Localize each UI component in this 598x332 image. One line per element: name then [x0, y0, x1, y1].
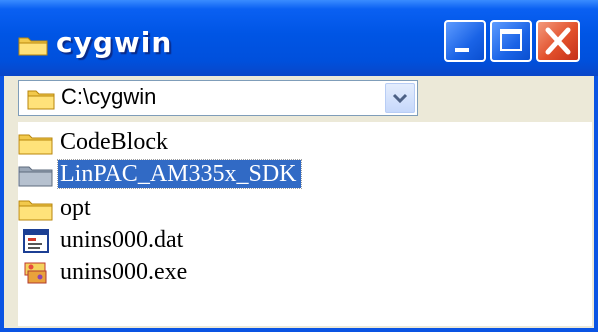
minimize-icon — [455, 48, 469, 52]
installer-exe-icon — [24, 262, 47, 284]
file-dat-icon — [23, 229, 49, 253]
explorer-window: cygwin C:\cygwin CodeBlock LinPAC_AM335x… — [0, 0, 598, 332]
address-value: C:\cygwin — [61, 84, 157, 109]
window-title: cygwin — [56, 26, 173, 59]
file-list: CodeBlock LinPAC_AM335x_SDK opt unins000… — [18, 122, 592, 326]
chevron-down-icon — [392, 93, 408, 104]
address-dropdown-button[interactable] — [385, 83, 415, 113]
folder-icon — [18, 134, 53, 155]
folder-icon — [18, 37, 48, 56]
close-icon — [545, 27, 571, 55]
item-name: LinPAC_AM335x_SDK — [57, 159, 302, 189]
folder-icon — [27, 90, 55, 110]
folder-icon — [18, 166, 53, 187]
maximize-icon — [500, 29, 522, 51]
address-combobox[interactable]: C:\cygwin — [18, 80, 418, 116]
item-name: opt — [60, 195, 91, 221]
item-name: CodeBlock — [60, 129, 168, 155]
item-name: unins000.exe — [60, 259, 188, 285]
minimize-button[interactable] — [444, 20, 486, 62]
item-name: unins000.dat — [60, 227, 184, 253]
title-bar[interactable]: cygwin — [0, 0, 598, 76]
close-button[interactable] — [536, 20, 580, 62]
folder-icon — [18, 200, 53, 221]
maximize-button[interactable] — [490, 20, 532, 62]
